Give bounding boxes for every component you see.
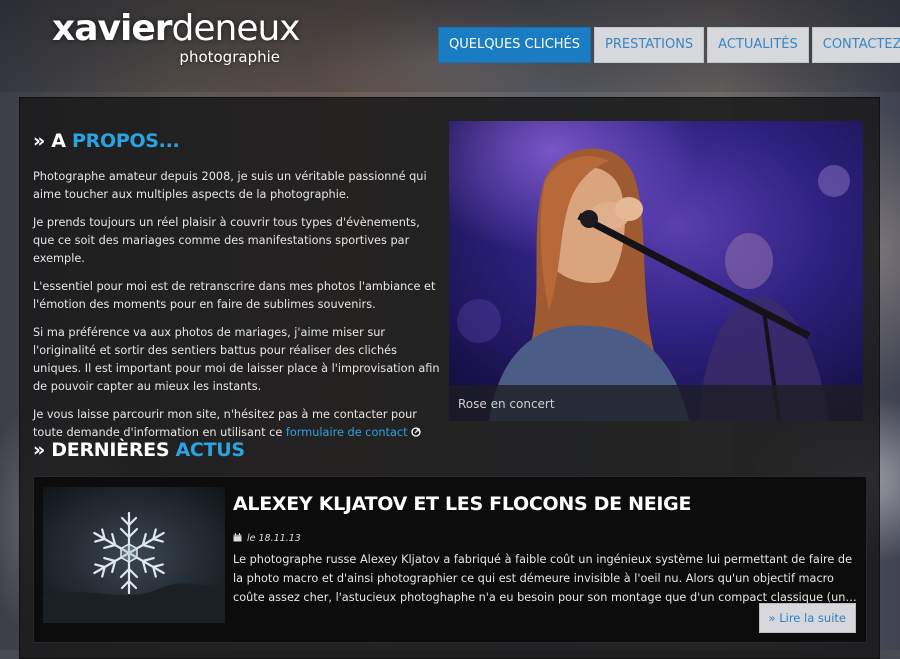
about-heading: » A PROPOS... (33, 130, 180, 152)
snowflake-photo-image (43, 487, 225, 623)
about-paragraph-contact: Je vous laisse parcourir mon site, n'hés… (33, 406, 443, 442)
read-more-button[interactable]: » Lire la suite (758, 603, 856, 633)
news-article-card: ALEXEY KLJATOV ET LES FLOCONS DE NEIGE l… (33, 476, 867, 643)
about-paragraph: L'essentiel pour moi est de retranscrire… (33, 280, 436, 311)
article-date-text: le 18.11.13 (247, 533, 301, 544)
site-logo[interactable]: xavierdeneux photographie (52, 8, 301, 68)
about-text: Photographe amateur depuis 2008, je suis… (33, 168, 443, 452)
article-excerpt: Le photographe russe Alexey Kljatov a fa… (233, 553, 857, 604)
news-heading-accent: ACTUS (175, 439, 246, 461)
logo-name-light: deneux (171, 8, 301, 49)
nav-item-prestations[interactable]: PRESTATIONS (594, 27, 705, 63)
concert-photo-image (449, 121, 863, 421)
about-paragraph: Je prends toujours un réel plaisir à cou… (33, 216, 420, 265)
nav-item-contactez-moi[interactable]: CONTACTEZ-MOI (811, 27, 900, 63)
about-heading-accent: PROPOS... (72, 130, 180, 152)
article-thumbnail[interactable] (43, 487, 225, 623)
nav-item-actualites[interactable]: ACTUALITÉS (707, 27, 809, 63)
logo-wordmark: xavierdeneux (52, 8, 301, 49)
contact-form-link[interactable]: formulaire de contact (286, 426, 408, 439)
about-heading-prefix: » A (33, 130, 73, 152)
article-title[interactable]: ALEXEY KLJATOV ET LES FLOCONS DE NEIGE (233, 493, 691, 515)
logo-tagline: photographie (179, 48, 280, 66)
external-link-icon (410, 427, 421, 437)
main-nav: QUELQUES CLICHÉS PRESTATIONS ACTUALITÉS … (438, 27, 900, 63)
about-paragraph: Photographe amateur depuis 2008, je suis… (33, 170, 427, 201)
news-heading-prefix: » DERNIÈRES (33, 439, 176, 461)
nav-item-quelques-cliches[interactable]: QUELQUES CLICHÉS (438, 27, 592, 63)
featured-photo[interactable]: Rose en concert (449, 121, 863, 421)
news-heading: » DERNIÈRES ACTUS (33, 439, 245, 461)
calendar-icon (233, 533, 242, 542)
photo-caption: Rose en concert (458, 397, 555, 411)
article-date: le 18.11.13 (233, 533, 301, 544)
logo-name-bold: xavier (52, 8, 172, 49)
about-paragraph: Si ma préférence va aux photos de mariag… (33, 326, 440, 393)
